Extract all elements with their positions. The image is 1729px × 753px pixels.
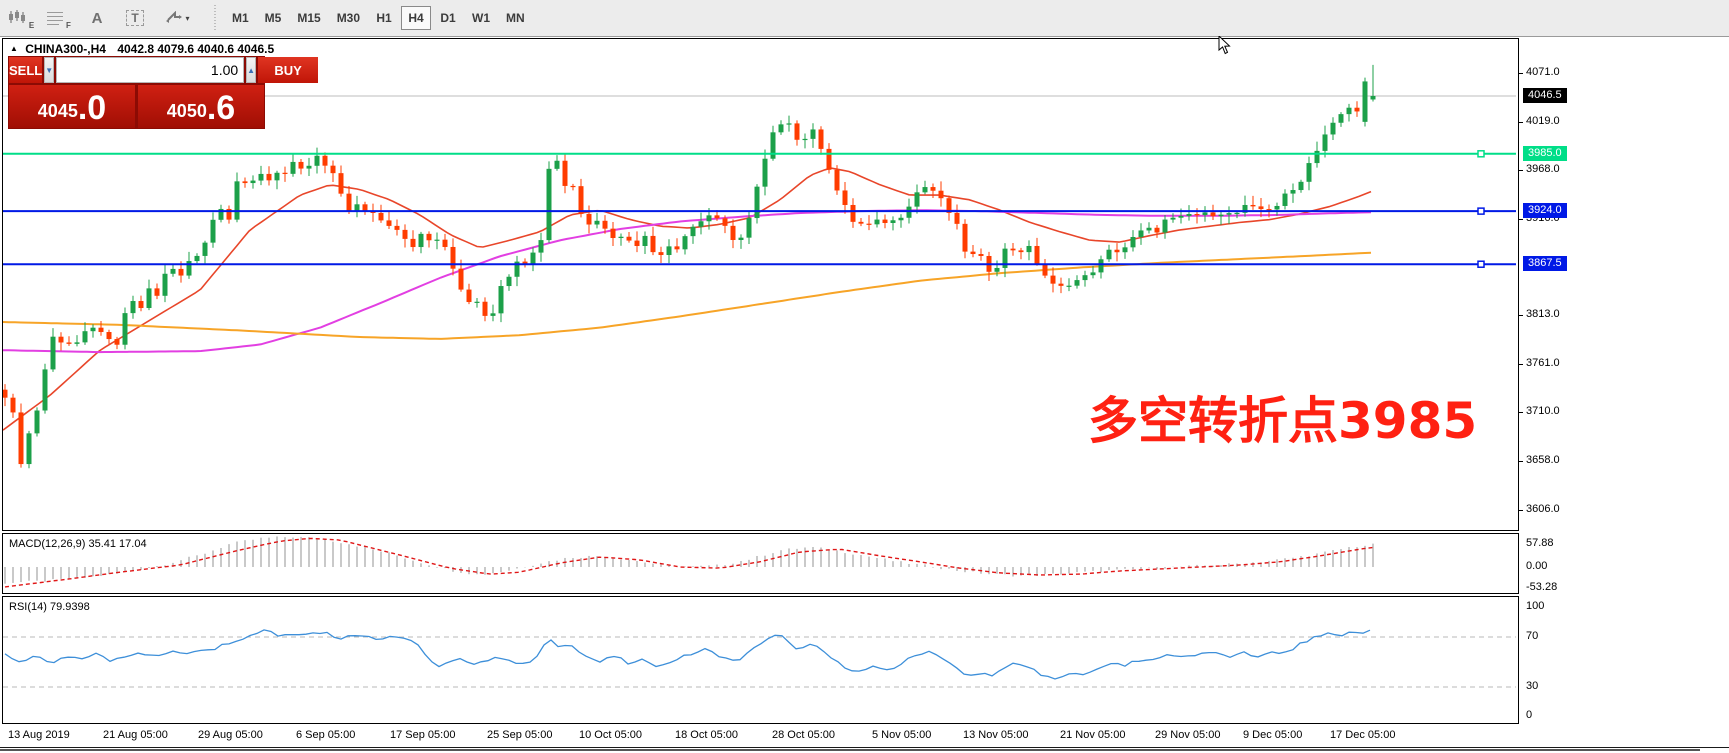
date-label: 18 Oct 05:00 — [675, 729, 738, 741]
price-tick-mark — [1519, 219, 1523, 220]
cycle-arrows-icon[interactable]: ▾ — [156, 5, 200, 31]
window-bottom-edge — [0, 747, 1729, 748]
macd-chart[interactable] — [3, 534, 1518, 593]
macd-panel[interactable] — [2, 533, 1519, 594]
price-tick-label: 3606.0 — [1526, 503, 1560, 515]
date-label: 9 Dec 05:00 — [1243, 729, 1302, 741]
price-tick-label: 3658.0 — [1526, 454, 1560, 466]
price-tick-mark — [1519, 315, 1523, 316]
price-tick-mark — [1519, 412, 1523, 413]
price-tick-mark — [1519, 73, 1523, 74]
timeframe-button-h1[interactable]: H1 — [369, 6, 399, 30]
toolbar: E F A T ▾ M1M5M15M30H1H4D1W1MN — [0, 0, 1729, 37]
date-label: 29 Aug 05:00 — [198, 729, 263, 741]
timeframe-button-m5[interactable]: M5 — [258, 6, 289, 30]
timeframe-button-m15[interactable]: M15 — [290, 6, 327, 30]
chart-objects-icon[interactable]: E — [4, 5, 38, 31]
price-tick-label: 4019.0 — [1526, 115, 1560, 127]
date-label: 21 Nov 05:00 — [1060, 729, 1125, 741]
timeframe-button-m30[interactable]: M30 — [330, 6, 367, 30]
price-tick-label: 3968.0 — [1526, 163, 1560, 175]
rsi-label: RSI(14) 79.9398 — [9, 601, 90, 613]
date-label: 29 Nov 05:00 — [1155, 729, 1220, 741]
price-tick-mark — [1519, 122, 1523, 123]
price-badge-3985.0: 3985.0 — [1523, 146, 1567, 161]
trading-platform-window: E F A T ▾ M1M5M15M30H1H4D1W1MN — [0, 0, 1729, 753]
bid-last-digit: .0 — [78, 90, 106, 126]
timeframe-button-w1[interactable]: W1 — [465, 6, 497, 30]
date-label: 21 Aug 05:00 — [103, 729, 168, 741]
symbol-name: CHINA300-,H4 — [25, 42, 106, 56]
price-axis[interactable]: 4071.04019.03968.03916.03813.03761.03710… — [1519, 38, 1729, 724]
date-label: 17 Dec 05:00 — [1330, 729, 1395, 741]
toolbar-separator — [214, 5, 216, 31]
date-label: 28 Oct 05:00 — [772, 729, 835, 741]
indicator-tick-label: 0 — [1526, 709, 1532, 721]
price-badge-4046.5: 4046.5 — [1523, 88, 1567, 103]
ohlc-readout: 4042.8 4079.6 4040.6 4046.5 — [117, 42, 274, 56]
ask-last-digit: .6 — [207, 90, 235, 126]
price-badge-3924.0: 3924.0 — [1523, 203, 1567, 218]
timeframe-group: M1M5M15M30H1H4D1W1MN — [224, 6, 533, 30]
date-label: 13 Nov 05:00 — [963, 729, 1028, 741]
price-tick-mark — [1519, 170, 1523, 171]
rsi-panel[interactable] — [2, 596, 1519, 724]
price-tick-label: 3761.0 — [1526, 357, 1560, 369]
chart-annotation-text: 多空转折点3985 — [1088, 381, 1477, 453]
volume-input[interactable] — [56, 57, 244, 83]
timeframe-button-h4[interactable]: H4 — [401, 6, 431, 30]
date-label: 10 Oct 05:00 — [579, 729, 642, 741]
date-label: 6 Sep 05:00 — [296, 729, 355, 741]
grid-icon[interactable]: F — [42, 5, 76, 31]
price-badge-3867.5: 3867.5 — [1523, 256, 1567, 271]
price-tick-label: 3813.0 — [1526, 308, 1560, 320]
volume-decrease-button[interactable]: ▼ — [44, 57, 54, 83]
price-tick-mark — [1519, 461, 1523, 462]
indicator-tick-label: 0.00 — [1526, 560, 1547, 572]
indicator-tick-label: 30 — [1526, 680, 1538, 692]
macd-label: MACD(12,26,9) 35.41 17.04 — [9, 538, 147, 550]
indicator-tick-label: 57.88 — [1526, 537, 1554, 549]
one-click-trade-panel: SELL ▼ ▲ BUY 4045 .0 4050 .6 — [8, 56, 265, 129]
text-label-icon[interactable]: T — [118, 5, 152, 31]
rsi-chart[interactable] — [3, 597, 1518, 723]
date-label: 25 Sep 05:00 — [487, 729, 552, 741]
indicator-tick-label: 100 — [1526, 600, 1544, 612]
indicator-tick-label: 70 — [1526, 630, 1538, 642]
volume-increase-button[interactable]: ▲ — [246, 57, 256, 83]
price-tick-label: 4071.0 — [1526, 66, 1560, 78]
text-icon[interactable]: A — [80, 5, 114, 31]
collapse-arrow-icon[interactable]: ▲ — [10, 44, 18, 53]
date-label: 5 Nov 05:00 — [872, 729, 931, 741]
macd-signal-line — [5, 538, 1373, 587]
bid-price-display[interactable]: 4045 .0 — [9, 85, 135, 128]
price-tick-label: 3710.0 — [1526, 405, 1560, 417]
symbol-title: ▲ CHINA300-,H4 4042.8 4079.6 4040.6 4046… — [10, 42, 274, 56]
buy-button[interactable]: BUY — [258, 57, 318, 83]
timeframe-button-m1[interactable]: M1 — [225, 6, 256, 30]
price-tick-mark — [1519, 510, 1523, 511]
date-label: 17 Sep 05:00 — [390, 729, 455, 741]
ask-price-display[interactable]: 4050 .6 — [138, 85, 264, 128]
date-label: 13 Aug 2019 — [8, 729, 70, 741]
bid-main-digits: 4045 — [38, 96, 78, 126]
ask-main-digits: 4050 — [167, 96, 207, 126]
price-tick-mark — [1519, 364, 1523, 365]
timeframe-button-d1[interactable]: D1 — [433, 6, 463, 30]
timeframe-button-mn[interactable]: MN — [499, 6, 532, 30]
indicator-tick-label: -53.28 — [1526, 581, 1557, 593]
date-axis[interactable]: 13 Aug 2019 21 Aug 05:00 29 Aug 05:00 6 Sep… — [0, 724, 1729, 747]
mouse-cursor — [1218, 36, 1232, 55]
ma-line-slow-yellow — [3, 253, 1371, 339]
sell-button[interactable]: SELL — [9, 57, 42, 83]
taskbar-edge — [0, 749, 1700, 751]
